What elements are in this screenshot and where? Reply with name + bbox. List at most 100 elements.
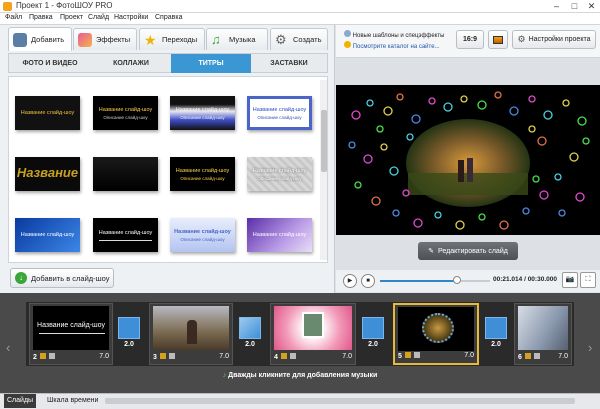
close-button[interactable]: ✕ (583, 0, 600, 13)
menu-settings[interactable]: Настройки (114, 14, 148, 21)
news-text: Новые шаблоны и спецэффекты (352, 33, 445, 39)
template-title-text: Название слайд-шоу (252, 232, 307, 238)
sound-mini-icon (168, 352, 175, 359)
slide-thumbnail[interactable]: Название слайд-шоу 2 7.0 (29, 303, 113, 365)
slide-thumbnail-selected[interactable]: 5 7.0 (393, 303, 479, 365)
tab-transitions[interactable]: ★ Переходы (139, 28, 205, 50)
catalog-link-text: Посмотрите каталог на сайте... (352, 44, 440, 50)
transition-icon (118, 317, 140, 339)
template-title-text: Название слайд-шоу (174, 229, 231, 235)
app-logo-icon (3, 2, 12, 11)
slide-image (274, 306, 352, 350)
tab-slides[interactable]: Слайды (4, 394, 37, 408)
slide-duration: 7.0 (342, 353, 352, 360)
snapshot-button[interactable]: 📷 (562, 272, 578, 288)
templates-scroll-thumb[interactable] (321, 110, 327, 172)
menu-edit[interactable]: Правка (29, 14, 53, 21)
news-line[interactable]: Новые шаблоны и спецэффекты (344, 30, 444, 39)
template-title-text: Название слайд-шоу (98, 230, 153, 236)
slide-image (153, 306, 229, 350)
transition-item[interactable]: 2.0 (116, 317, 142, 351)
edit-mini-icon (280, 352, 287, 359)
chevron-left-icon[interactable]: ‹ (6, 340, 10, 355)
title-template-4[interactable]: Название слайд-шоу Описание слайд-шоу (247, 96, 312, 130)
sound-mini-icon (289, 352, 296, 359)
tab-music[interactable]: ♫ Музыка (206, 28, 268, 50)
slide-thumbnail[interactable]: 6 7.0 (514, 303, 572, 365)
background-button[interactable] (488, 30, 508, 49)
project-settings-button[interactable]: ⚙ Настройки проекта (512, 30, 596, 49)
transition-duration: 2.0 (491, 341, 501, 348)
slide-thumbnail[interactable]: 4 7.0 (270, 303, 356, 365)
tab-add[interactable]: Добавить (8, 27, 72, 51)
edit-mini-icon (524, 352, 531, 359)
stop-button[interactable]: ■ (361, 274, 375, 288)
transition-duration: 2.0 (368, 341, 378, 348)
edit-mini-icon (404, 351, 411, 358)
title-template-8[interactable]: Название слайд-шоу Описание слайд-шоу (247, 157, 312, 191)
subtab-collages[interactable]: КОЛЛАЖИ (91, 54, 171, 73)
subtab-titles[interactable]: ТИТРЫ (171, 54, 251, 73)
sound-mini-icon (413, 351, 420, 358)
sound-mini-icon (48, 352, 55, 359)
edit-mini-icon (39, 352, 46, 359)
menu-file[interactable]: Файл (5, 14, 22, 21)
subtab-photo-video[interactable]: ФОТО И ВИДЕО (9, 54, 91, 73)
transition-item[interactable]: 2.0 (360, 317, 386, 351)
menu-slide[interactable]: Слайд (88, 14, 109, 21)
maximize-button[interactable]: □ (566, 0, 583, 13)
title-template-3[interactable]: Название слайд-шоу Описание слайд-шоу (170, 96, 235, 130)
subtab-intros[interactable]: ЗАСТАВКИ (251, 54, 327, 73)
playback-knob[interactable] (453, 276, 461, 284)
menu-help[interactable]: Справка (155, 14, 182, 21)
edit-slide-button[interactable]: ✎ Редактировать слайд (418, 242, 518, 260)
menu-project[interactable]: Проект (60, 14, 83, 21)
template-subtitle-text: Описание слайд-шоу (257, 176, 302, 181)
fullscreen-button[interactable]: ⛶ (580, 272, 596, 288)
tab-add-label: Добавить (31, 35, 65, 44)
tab-effects[interactable]: Эффекты (73, 28, 137, 50)
add-music-hint-text: Дважды кликните для добавления музыки (228, 372, 378, 379)
title-template-6[interactable] (93, 157, 158, 191)
template-subtitle-text: Описание слайд-шоу (180, 115, 225, 120)
gear-small-icon (344, 30, 351, 37)
title-template-10[interactable]: Название слайд-шоу (93, 218, 158, 252)
transition-item[interactable]: 2.0 (483, 317, 509, 351)
timeline-scrollbar[interactable] (105, 398, 575, 404)
slide-number: 6 (518, 353, 522, 361)
preview-screen (336, 85, 600, 235)
catalog-link[interactable]: Посмотрите каталог на сайте... (344, 41, 440, 50)
transition-item[interactable]: 2.0 (237, 317, 263, 351)
title-template-7[interactable]: Название слайд-шоу Описание слайд-шоу (170, 157, 235, 191)
slide-number: 2 (33, 353, 37, 361)
slide-footer: 5 7.0 (398, 350, 474, 361)
transition-duration: 2.0 (124, 341, 134, 348)
add-to-slideshow-button[interactable]: ↓ Добавить в слайд-шоу (10, 268, 114, 288)
aspect-ratio-button[interactable]: 16:9 (456, 30, 484, 49)
add-photo-icon (13, 32, 27, 47)
title-template-5[interactable]: Название (15, 157, 80, 191)
template-title-text: Название слайд-шоу (20, 232, 75, 238)
slide-thumbnail[interactable]: 3 7.0 (149, 303, 233, 365)
music-add-icon: ♪ (222, 372, 227, 379)
tab-timeline[interactable]: Шкала времени (44, 394, 101, 408)
slide-caption: Название слайд-шоу (37, 322, 105, 329)
minimize-button[interactable]: – (548, 0, 565, 13)
slide-image (518, 306, 568, 350)
title-template-1[interactable]: Название слайд-шоу (15, 96, 80, 130)
template-title-text: Название слайд-шоу (20, 110, 75, 116)
sub-tabs: ФОТО И ВИДЕО КОЛЛАЖИ ТИТРЫ ЗАСТАВКИ (8, 53, 328, 73)
tab-create[interactable]: ⚙ Создать (270, 28, 328, 50)
title-template-9[interactable]: Название слайд-шоу (15, 218, 80, 252)
slide-footer: 6 7.0 (518, 351, 568, 362)
add-music-hint[interactable]: ♪ Дважды кликните для добавления музыки (0, 372, 600, 386)
title-template-11[interactable]: Название слайд-шоу Описание слайд-шоу (170, 218, 235, 252)
title-template-2[interactable]: Название слайд-шоу Описание слайд-шоу (93, 96, 158, 130)
chevron-right-icon[interactable]: › (588, 340, 592, 355)
slide-duration: 7.0 (99, 353, 109, 360)
play-button[interactable]: ▶ (343, 274, 357, 288)
title-template-12[interactable]: Название слайд-шоу (247, 218, 312, 252)
film-reel-icon: ⚙ (275, 31, 287, 47)
window-title: Проект 1 - ФотоШОУ PRO (16, 1, 113, 10)
template-title-text: Название слайд-шоу (98, 107, 153, 113)
